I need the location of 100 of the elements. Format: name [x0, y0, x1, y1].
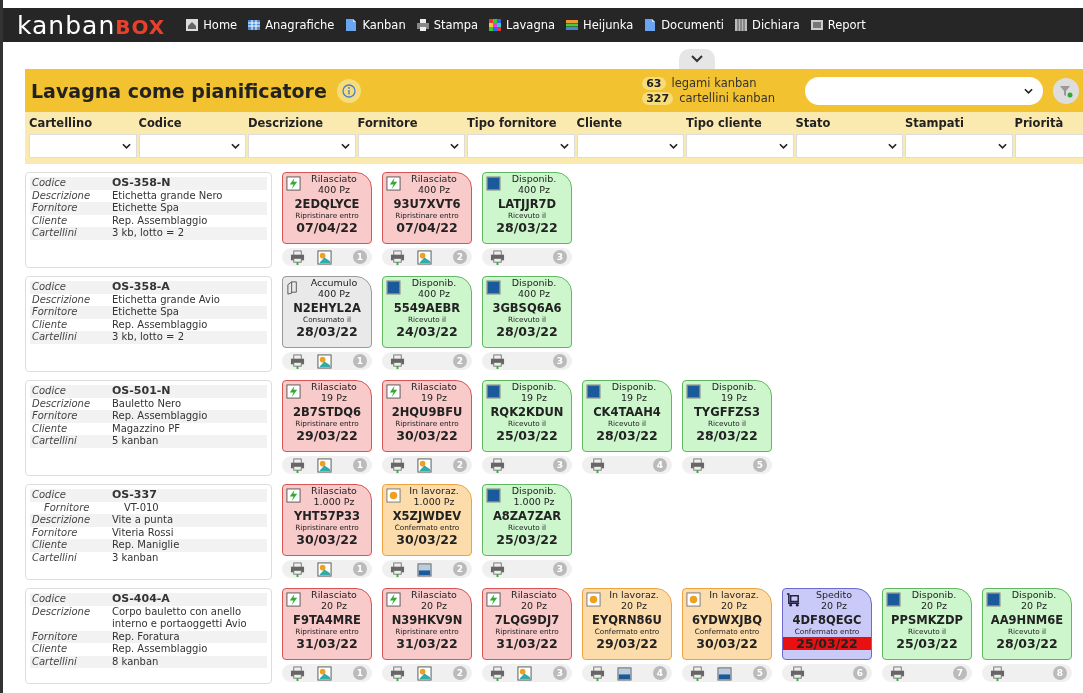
field-label: Codice	[31, 177, 67, 190]
card-code: N39HKV9N	[391, 613, 463, 626]
filter-label: Cliente	[576, 116, 624, 132]
card-date: 07/04/22	[295, 220, 359, 234]
nav-link[interactable]: Dichiara	[734, 18, 800, 32]
field-value: Corpo bauletto con anello interno e portaoggetti Avio	[112, 605, 248, 631]
count-badge: 327	[642, 91, 674, 105]
card-code: 7LQG9DJ7	[494, 613, 560, 626]
field-value: 3 kanban	[112, 551, 160, 564]
field-value: VT-010	[124, 501, 160, 514]
card-code: A8ZA7ZAR	[492, 509, 562, 522]
card-status: Disponib.	[510, 174, 557, 184]
field-value: OS-358-A	[112, 281, 171, 294]
card-quantity: 19 Pz	[521, 392, 547, 403]
nav-link[interactable]: Kanban	[344, 18, 406, 32]
nav-link[interactable]: Heijunka	[565, 18, 634, 32]
field-value: OS-337	[112, 489, 158, 502]
card-quantity: 1.000 Pz	[412, 496, 455, 507]
field-value: 3 kb, lotto = 2	[112, 331, 185, 344]
card-code: PPSMKZDP	[891, 613, 963, 626]
field-label: Descrizione	[31, 293, 92, 306]
field-label: Codice	[31, 593, 67, 606]
card-number: 1	[353, 666, 367, 680]
field-label: Codice	[31, 385, 67, 398]
card-quantity: 19 Pz	[420, 392, 447, 403]
field-label: Cliente	[31, 214, 69, 227]
count-badge: 63	[642, 76, 666, 90]
card-code: 2B7STDQ6	[292, 405, 362, 418]
field-value: OS-404-A	[112, 593, 171, 606]
card-date: 25/03/22	[495, 532, 559, 546]
card-number: 3	[553, 666, 567, 680]
card-date: 28/03/22	[995, 636, 1059, 650]
field-label: Cartellini	[31, 551, 78, 564]
field-label: Descrizione	[31, 397, 92, 410]
card-date: 25/03/22	[895, 636, 959, 650]
field-value: Rep. Assemblaggio	[112, 214, 209, 227]
card-date: 25/03/22	[495, 428, 559, 442]
card-code: TYGFFZS3	[694, 405, 760, 418]
card-date: 31/03/22	[295, 636, 359, 650]
filter-label: Stampati	[905, 116, 965, 132]
card-date: 24/03/22	[395, 324, 459, 338]
field-value: OS-501-N	[112, 385, 172, 398]
card-quantity: 400 Pz	[317, 288, 350, 299]
card-status: Rilasciato	[310, 382, 357, 392]
card-date: 25/03/22	[783, 636, 871, 650]
card-date: 28/03/22	[595, 428, 659, 442]
card-number: 2	[453, 562, 467, 576]
nav-link[interactable]: Lavagna	[488, 18, 556, 32]
field-value: 8 kanban	[112, 655, 160, 668]
card-number: 1	[353, 458, 367, 472]
card-date: 28/03/22	[295, 324, 359, 338]
card-status: Accumulo	[309, 278, 358, 288]
card-number: 2	[453, 666, 467, 680]
card-status: Disponib.	[710, 382, 757, 392]
field-value: Rep. Assemblaggio	[112, 318, 209, 331]
field-label: Cartellini	[31, 331, 78, 344]
field-value: 5 kanban	[112, 435, 160, 448]
card-quantity: 20 Pz	[720, 600, 747, 611]
field-value: Etichette Spa	[112, 202, 180, 215]
field-label: Cliente	[31, 539, 69, 552]
card-number: 4	[653, 458, 667, 472]
field-value: Etichetta grande Avio	[112, 293, 221, 306]
card-date: 30/03/22	[395, 428, 459, 442]
card-code: 3GBSQ6A6	[492, 301, 562, 314]
filter-label: Codice	[138, 116, 183, 132]
card-number: 3	[553, 250, 567, 264]
filter-label: Priorità	[1014, 116, 1065, 132]
card-code: CK4TAAH4	[593, 405, 661, 418]
card-quantity: 20 Pz	[520, 600, 547, 611]
field-value: Rep. Assemblaggio	[112, 643, 209, 656]
card-quantity: 400 Pz	[317, 184, 350, 195]
field-label: Descrizione	[31, 514, 92, 527]
field-label: Cartellini	[31, 435, 78, 448]
card-date: 30/03/22	[695, 636, 759, 650]
nav-link[interactable]: Anagrafiche	[247, 18, 335, 32]
card-status: Rilasciato	[310, 174, 357, 184]
field-label: Codice	[31, 489, 67, 502]
field-value: Viteria Rossi	[112, 526, 175, 539]
logo[interactable]: kanbanBOX	[17, 12, 166, 38]
card-status: Rilasciato	[310, 590, 357, 600]
filter-label: Stato	[795, 116, 832, 132]
card-code: 2HQU9BFU	[391, 405, 463, 418]
field-label: Cartellini	[31, 655, 78, 668]
card-status: Disponib.	[610, 382, 657, 392]
card-status: Rilasciato	[410, 590, 457, 600]
field-label: Fornitore	[31, 306, 79, 319]
card-number: 5	[753, 666, 767, 680]
nav-link[interactable]: Documenti	[643, 18, 725, 32]
nav-link[interactable]: Report	[809, 18, 866, 32]
count-label: cartellini kanban	[679, 91, 775, 105]
card-status: Rilasciato	[510, 590, 557, 600]
nav-link[interactable]: Stampa	[415, 18, 479, 32]
card-status: Rilasciato	[410, 382, 457, 392]
nav-link[interactable]: Home	[185, 18, 238, 32]
card-date: 30/03/22	[395, 532, 459, 546]
card-date: 29/03/22	[595, 636, 659, 650]
card-code: F9TA4MRE	[293, 613, 361, 626]
card-code: N2EHYL2A	[293, 301, 361, 314]
filter-label: Descrizione	[248, 116, 325, 132]
field-label: Cliente	[31, 422, 69, 435]
